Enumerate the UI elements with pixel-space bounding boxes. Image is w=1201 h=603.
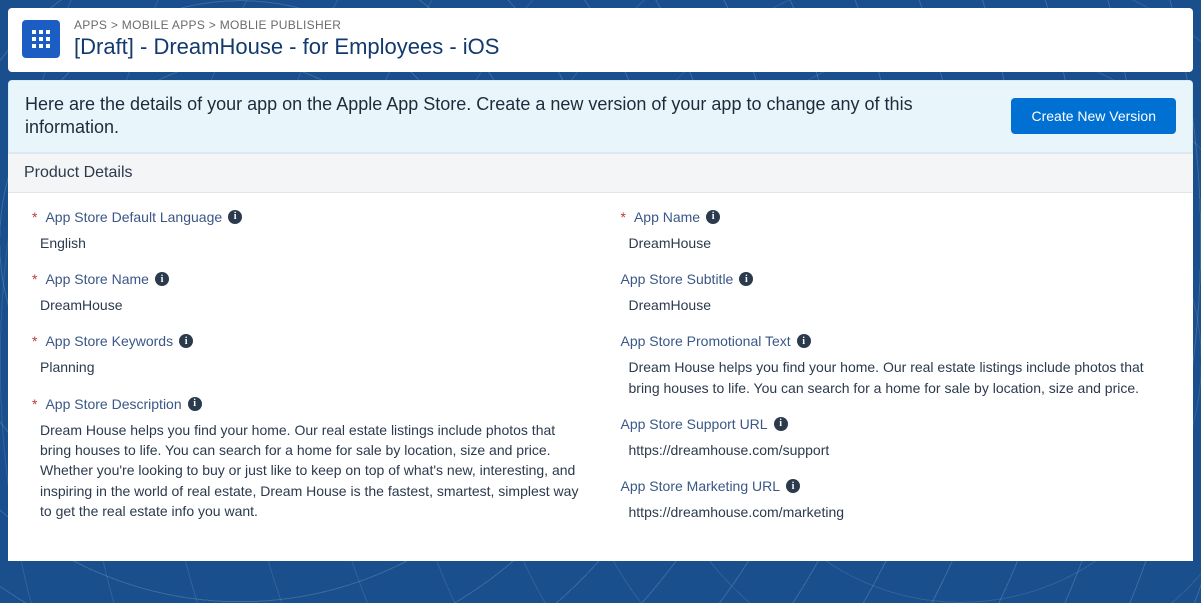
field-label-text: App Store Keywords [45,333,173,349]
field-value: DreamHouse [621,233,1170,253]
field-label: App Store Subtitle i [621,271,1170,287]
field-label: * App Store Description i [32,396,581,412]
details-right-column: *App NameiDreamHouseApp Store SubtitleiD… [621,209,1170,541]
field-label: App Store Promotional Text i [621,333,1170,349]
field-label-text: App Store Promotional Text [621,333,791,349]
banner-text: Here are the details of your app on the … [25,93,985,140]
required-indicator: * [32,333,37,349]
header-text-block: APPS > MOBILE APPS > MOBLIE PUBLISHER [D… [74,18,499,60]
info-banner: Here are the details of your app on the … [8,80,1193,153]
info-icon[interactable]: i [786,479,800,493]
create-new-version-button[interactable]: Create New Version [1011,98,1176,134]
field: App Store Support URL i https://dreamhouse… [621,416,1170,460]
field: * App Store Keywords i Planning [32,333,581,377]
page-root: APPS > MOBILE APPS > MOBLIE PUBLISHER [D… [0,0,1201,603]
info-icon[interactable]: i [179,334,193,348]
field-value: Dream House helps you find your home. Ou… [621,357,1170,398]
field-label-text: App Name [634,209,700,225]
field-label-text: App Store Default Language [45,209,222,225]
field: * App Store Description i Dream House helps… [32,396,581,521]
field-label: App Store Support URL i [621,416,1170,432]
field-label-text: App Store Description [45,396,181,412]
field-label-text: App Store Support URL [621,416,768,432]
required-indicator: * [32,209,37,225]
field: * App Store Default Language i English [32,209,581,253]
field-label: * App Store Name i [32,271,581,287]
product-details-header: Product Details [8,153,1193,193]
field: * App Store Name i DreamHouse [32,271,581,315]
required-indicator: * [621,209,626,225]
field-label: * App Name i [621,209,1170,225]
page-header-card: APPS > MOBILE APPS > MOBLIE PUBLISHER [D… [8,8,1193,72]
field-value: Dream House helps you find your home. Ou… [32,420,581,521]
grid-icon [29,27,53,51]
field: * App Name i DreamHouse [621,209,1170,253]
info-icon[interactable]: i [797,334,811,348]
field-label: * App Store Keywords i [32,333,581,349]
field-label-text: App Store Name [45,271,149,287]
info-icon[interactable]: i [706,210,720,224]
info-icon[interactable]: i [155,272,169,286]
breadcrumb-link[interactable]: APPS [74,18,107,32]
details-left-column: * App Store Default Language i English * App … [32,209,581,541]
info-icon[interactable]: i [774,417,788,431]
field-value: https://dreamhouse.com/marketing [621,502,1170,522]
field-label-text: App Store Marketing URL [621,478,781,494]
field-value: English [32,233,581,253]
field-value: https://dreamhouse.com/support [621,440,1170,460]
product-details-body: * App Store Default Language i English * App … [8,193,1193,561]
field: App Store Promotional Text i Dream House h… [621,333,1170,398]
field-label: App Store Marketing URL i [621,478,1170,494]
field-label-text: App Store Subtitle [621,271,734,287]
app-grid-icon [22,20,60,58]
field-value: DreamHouse [621,295,1170,315]
info-icon[interactable]: i [188,397,202,411]
breadcrumb-link[interactable]: MOBLIE PUBLISHER [220,18,342,32]
breadcrumb-link[interactable]: MOBILE APPS [122,18,205,32]
required-indicator: * [32,271,37,287]
info-icon[interactable]: i [228,210,242,224]
field: App Store Marketing URL i https://dreamhou… [621,478,1170,522]
page-title: [Draft] - DreamHouse - for Employees - i… [74,34,499,60]
field: App Store Subtitle i DreamHouse [621,271,1170,315]
field-label: * App Store Default Language i [32,209,581,225]
required-indicator: * [32,396,37,412]
field-value: DreamHouse [32,295,581,315]
breadcrumb: APPS > MOBILE APPS > MOBLIE PUBLISHER [74,18,499,32]
info-icon[interactable]: i [739,272,753,286]
field-value: Planning [32,357,581,377]
